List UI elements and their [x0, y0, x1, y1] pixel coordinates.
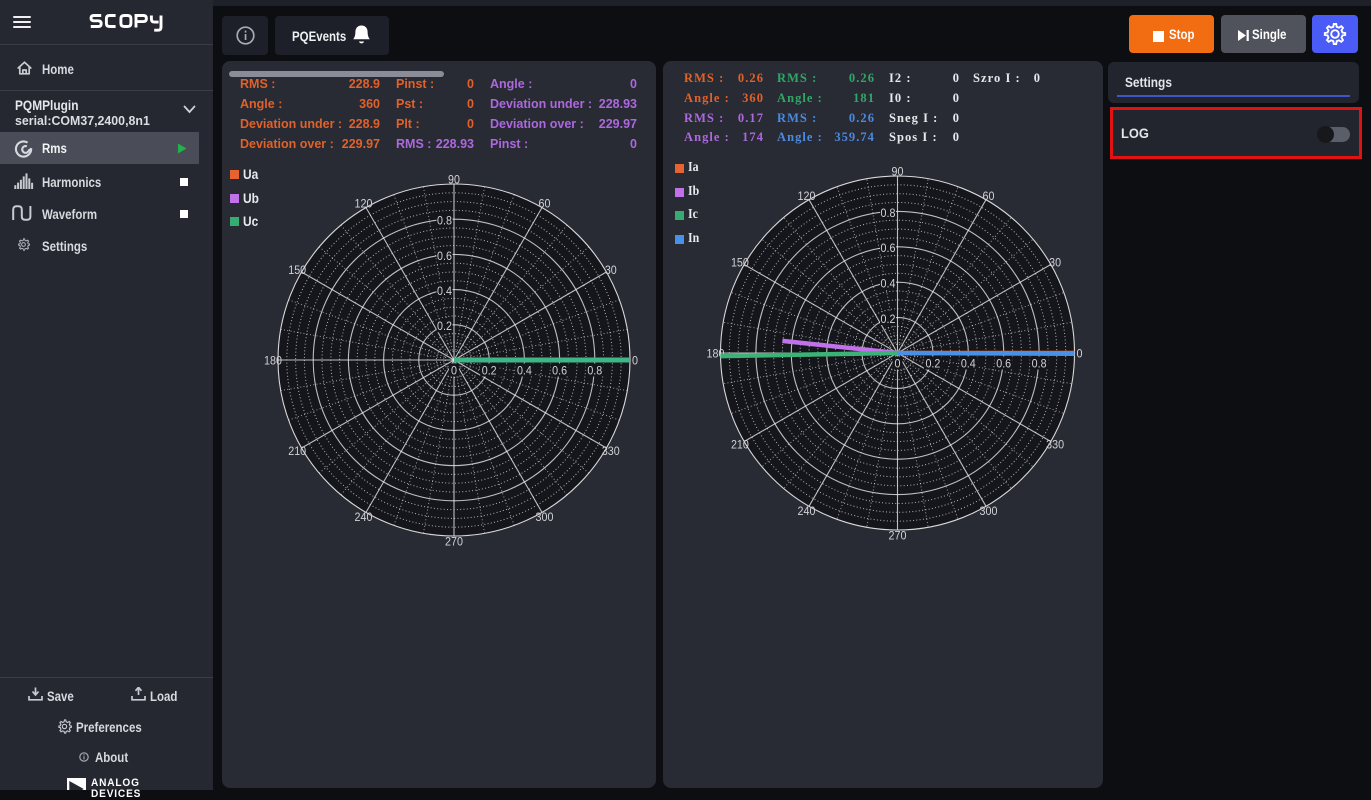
svg-text:180: 180	[264, 353, 282, 367]
svg-text:0.4: 0.4	[881, 277, 896, 291]
svg-text:300: 300	[980, 504, 998, 518]
svg-text:240: 240	[798, 504, 816, 518]
svg-text:0.2: 0.2	[482, 363, 497, 377]
svg-text:240: 240	[355, 510, 373, 524]
svg-text:120: 120	[355, 197, 373, 211]
svg-text:300: 300	[536, 510, 554, 524]
svg-text:0.4: 0.4	[517, 363, 532, 377]
svg-text:90: 90	[448, 172, 460, 186]
svg-text:330: 330	[602, 444, 620, 458]
svg-text:0.6: 0.6	[996, 356, 1011, 370]
svg-text:0.8: 0.8	[881, 206, 896, 220]
svg-text:210: 210	[288, 444, 306, 458]
svg-text:330: 330	[1046, 437, 1064, 451]
svg-text:60: 60	[983, 189, 995, 203]
svg-text:180: 180	[707, 346, 725, 360]
svg-text:120: 120	[798, 189, 816, 203]
svg-text:0.6: 0.6	[881, 241, 896, 255]
svg-text:150: 150	[288, 263, 306, 277]
svg-text:0.2: 0.2	[437, 319, 452, 333]
svg-text:0.6: 0.6	[552, 363, 567, 377]
svg-text:0.2: 0.2	[881, 312, 896, 326]
svg-text:60: 60	[539, 197, 551, 211]
svg-text:0: 0	[451, 363, 457, 377]
svg-text:270: 270	[889, 528, 907, 542]
svg-text:0.8: 0.8	[437, 214, 452, 228]
svg-text:0.8: 0.8	[587, 363, 602, 377]
svg-text:90: 90	[892, 164, 904, 178]
svg-text:0: 0	[1077, 346, 1083, 360]
svg-text:0.4: 0.4	[961, 356, 976, 370]
svg-text:0: 0	[632, 353, 638, 367]
svg-text:30: 30	[1049, 255, 1061, 269]
svg-text:270: 270	[445, 534, 463, 548]
svg-text:0.6: 0.6	[437, 249, 452, 263]
svg-text:30: 30	[605, 263, 617, 277]
svg-text:210: 210	[731, 437, 749, 451]
svg-text:0: 0	[895, 356, 901, 370]
svg-text:0.2: 0.2	[925, 356, 940, 370]
svg-text:0.4: 0.4	[437, 284, 452, 298]
svg-text:150: 150	[731, 255, 749, 269]
svg-text:0.8: 0.8	[1032, 356, 1047, 370]
